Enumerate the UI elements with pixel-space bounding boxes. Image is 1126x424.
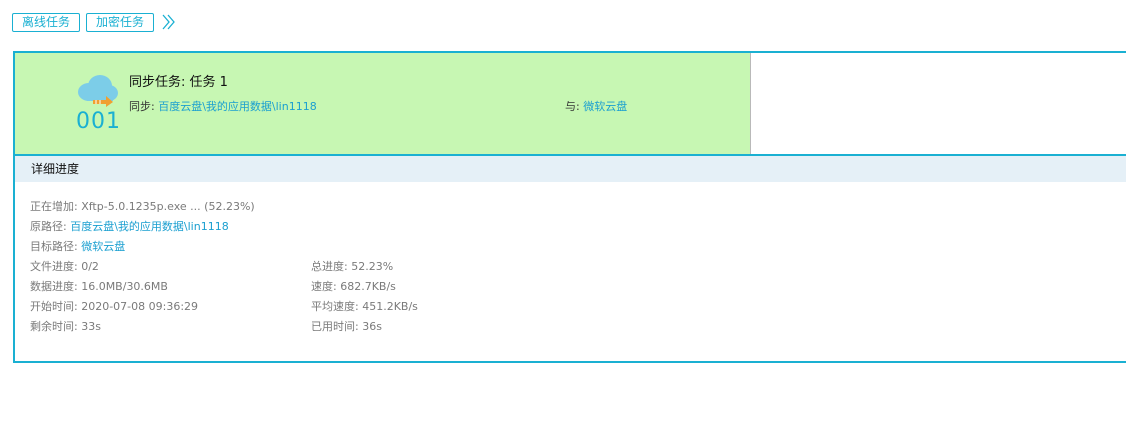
adding-row: 正在增加: Xftp-5.0.1235p.exe ... (52.23%) — [30, 197, 1110, 217]
sync-target-link[interactable]: 微软云盘 — [583, 100, 627, 113]
average-speed: 平均速度: 451.2KB/s — [311, 300, 418, 313]
speed: 速度: 682.7KB/s — [311, 280, 396, 293]
task-summary[interactable]: 001 同步任务: 任务 1 同步: 百度云盘\我的应用数据\lin1118 与… — [15, 53, 751, 154]
target-path-link[interactable]: 微软云盘 — [81, 240, 125, 253]
target-path-row: 目标路径: 微软云盘 — [30, 237, 1110, 257]
elapsed-time: 已用时间: 36s — [311, 320, 382, 333]
remaining-time: 剩余时间: 33s — [30, 320, 101, 333]
progress-row-4: 剩余时间: 33s 已用时间: 36s — [30, 317, 1110, 337]
double-chevron-right-icon[interactable] — [161, 13, 177, 31]
file-progress: 文件进度: 0/2 — [30, 260, 99, 273]
detail-body: 正在增加: Xftp-5.0.1235p.exe ... (52.23%) 原路… — [30, 197, 1110, 337]
start-time: 开始时间: 2020-07-08 09:36:29 — [30, 300, 199, 313]
adding-value: Xftp-5.0.1235p.exe ... (52.23%) — [81, 200, 255, 213]
source-path-row: 原路径: 百度云盘\我的应用数据\lin1118 — [30, 217, 1110, 237]
source-path-link[interactable]: 百度云盘\我的应用数据\lin1118 — [70, 220, 229, 233]
data-progress: 数据进度: 16.0MB/30.6MB — [30, 280, 168, 293]
task-number: 001 — [76, 109, 121, 134]
adding-label: 正在增加: — [30, 200, 78, 213]
sync-target-line: 与: 微软云盘 — [565, 98, 627, 114]
with-label: 与: — [565, 100, 580, 113]
progress-row-3: 开始时间: 2020-07-08 09:36:29 平均速度: 451.2KB/… — [30, 297, 1110, 317]
sync-label: 同步: — [129, 100, 155, 113]
progress-row-1: 文件进度: 0/2 总进度: 52.23% — [30, 257, 1110, 277]
total-progress: 总进度: 52.23% — [311, 260, 394, 273]
task-card: 001 同步任务: 任务 1 同步: 百度云盘\我的应用数据\lin1118 与… — [13, 51, 1126, 363]
sync-source-line: 同步: 百度云盘\我的应用数据\lin1118 — [129, 98, 317, 114]
detail-header: 详细进度 — [15, 156, 1126, 182]
encrypted-tasks-button[interactable]: 加密任务 — [86, 12, 155, 32]
task-title: 同步任务: 任务 1 — [129, 75, 228, 90]
target-path-label: 目标路径: — [30, 240, 78, 253]
progress-row-2: 数据进度: 16.0MB/30.6MB 速度: 682.7KB/s — [30, 277, 1110, 297]
sync-source-link[interactable]: 百度云盘\我的应用数据\lin1118 — [158, 100, 317, 113]
source-path-label: 原路径: — [30, 220, 67, 233]
cloud-sync-icon — [78, 75, 118, 107]
task-toolbar: 离线任务 加密任务 — [12, 12, 177, 32]
offline-tasks-button[interactable]: 离线任务 — [12, 12, 81, 32]
